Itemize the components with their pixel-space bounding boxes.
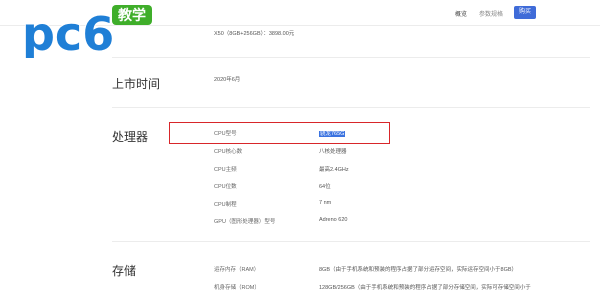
pc6-logo: pc6 教学 — [21, 5, 152, 58]
highlight-annotation-box — [169, 122, 390, 144]
spec-value: 8GB（由于手机系统和预装的程序占据了部分运存空间，实际运存空间小于8GB） — [319, 267, 518, 273]
spec-label: GPU（图形处理器）型号 — [214, 219, 276, 225]
spec-value: 八核处理器 — [319, 149, 347, 155]
nav-overview-link[interactable]: 概览 — [455, 9, 467, 18]
divider — [112, 107, 590, 108]
spec-value: 最高2.4GHz — [319, 167, 349, 173]
spec-label: CPU制程 — [214, 202, 237, 208]
price-value: X50（8GB+256GB）：3898.00元 — [214, 31, 295, 37]
divider — [112, 241, 590, 242]
release-section-title: 上市时间 — [112, 77, 161, 91]
selected-text: 骁龙765G — [319, 131, 346, 137]
storage-section-title: 存储 — [112, 264, 137, 278]
spec-label: CPU主频 — [214, 167, 237, 173]
nav-specs-link[interactable]: 参数规格 — [479, 9, 503, 18]
spec-label: 机身存储（ROM） — [214, 285, 260, 291]
spec-label: CPU核心数 — [214, 149, 243, 155]
spec-value-cpu-model: 骁龙765G — [319, 129, 346, 137]
logo-brand: pc6 — [22, 7, 114, 58]
spec-label: CPU位数 — [214, 184, 237, 190]
spec-label: CPU型号 — [214, 131, 237, 137]
spec-value: 64位 — [319, 184, 331, 190]
spec-label: 运存内存（RAM） — [214, 267, 260, 273]
processor-section-title: 处理器 — [112, 130, 149, 144]
spec-value: 128GB/256GB（由于手机系统和预装的程序占据了部分存储空间，实际可存储空… — [319, 285, 531, 291]
divider — [112, 57, 590, 58]
buy-button[interactable]: 购买 — [514, 6, 536, 19]
release-date-value: 2020年6月 — [214, 77, 241, 83]
logo-tag: 教学 — [118, 7, 146, 24]
spec-value: Adreno 620 — [319, 217, 348, 223]
spec-value: 7 nm — [319, 200, 332, 206]
